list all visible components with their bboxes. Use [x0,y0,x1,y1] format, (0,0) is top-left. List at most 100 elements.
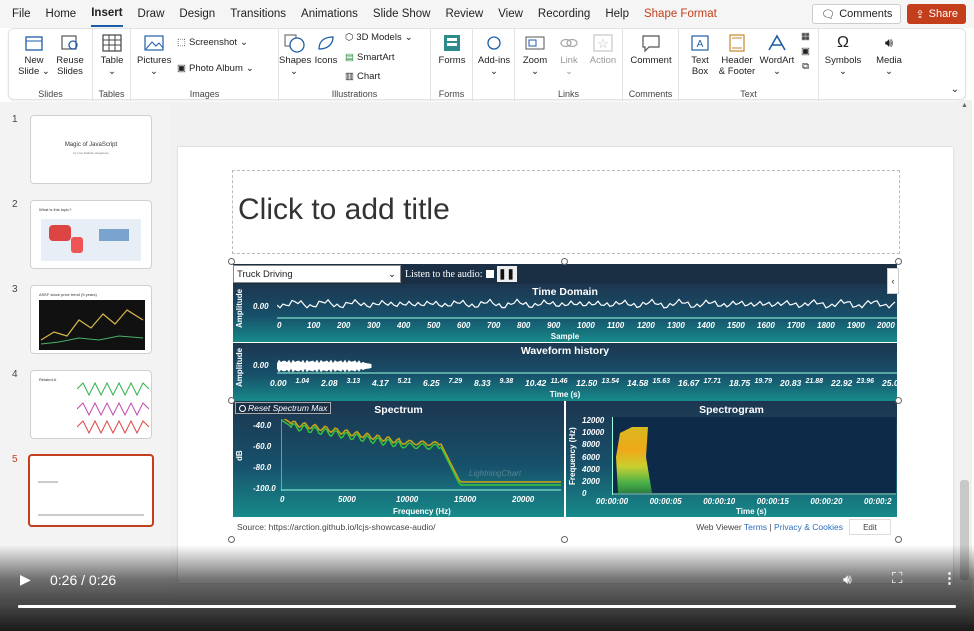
new-slide-button[interactable]: New Slide ⌄ [17,33,51,77]
icons-label: Icons [314,55,338,66]
photo-album-icon: ▣ [177,63,186,74]
menu-item-slide-show[interactable]: Slide Show [373,0,431,28]
shapes-button[interactable]: Shapes ⌄ [279,33,312,77]
axis-tick-label: 22.92 [831,378,853,388]
zoom-button[interactable]: Zoom ⌄ [519,33,551,77]
axis-tick-label: 2000 [582,476,600,486]
resize-handle[interactable] [228,536,235,543]
axis-tick-label: 1.04 [295,378,310,385]
axis-tick-label: 16.67 [678,378,700,388]
vertical-scrollbar[interactable]: ▲ [958,100,972,600]
pause-button[interactable]: ❚❚ [496,266,517,282]
menu-item-home[interactable]: Home [46,0,77,28]
fullscreen-icon[interactable]: ⛶ [892,570,903,587]
menu-item-file[interactable]: File [12,0,31,28]
axis-tick-label: 5.21 [397,378,412,385]
axis-tick-label: 15.63 [652,378,671,385]
share-button[interactable]: ⇪ Share [907,4,966,24]
privacy-link[interactable]: Privacy & Cookies [774,522,843,532]
resize-handle[interactable] [228,258,235,265]
menu-item-draw[interactable]: Draw [138,0,165,28]
slide-thumbnail-2[interactable]: What is this topic? [30,200,152,269]
comment-button[interactable]: Comment [627,33,675,66]
menu-item-shape-format[interactable]: Shape Format [644,0,717,28]
chart-label: Chart [356,71,381,82]
collapse-ribbon-chevron-icon[interactable]: ⌄ [951,84,959,95]
table-button[interactable]: Table ⌄ [95,33,129,77]
axis-tick-label: 10000 [396,495,419,504]
slide-thumbnail-3[interactable]: ASEF stock price trend (5 years) [30,285,152,354]
axis-tick-label: 1600 [757,321,775,330]
media-button[interactable]: 🔊︎ Media ⌄ [869,33,909,77]
resize-handle[interactable] [895,536,902,543]
slide-number-icon[interactable]: ▣ [801,46,810,57]
menu-item-help[interactable]: Help [605,0,629,28]
terms-link[interactable]: Terms [744,522,767,532]
resize-handle[interactable] [561,258,568,265]
action-button[interactable]: ☆ Action [587,33,619,66]
header-footer-button[interactable]: Header & Footer [717,33,757,77]
reuse-slides-button[interactable]: Reuse Slides [53,33,87,77]
embedded-audio-visualizer[interactable]: Truck Driving ⌄ Listen to the audio: ❚❚ … [233,264,899,537]
thumbnail-stock-chart [39,300,145,350]
resize-handle[interactable] [895,258,902,265]
thumbnail-wave-chart [77,381,149,435]
slide-thumbnail-1[interactable]: Magic of JavaScript by Lisa Sullivan Har… [30,115,152,184]
link-label: Link [560,55,578,66]
smartart-button[interactable]: ▤ SmartArt [345,52,394,63]
3d-models-button[interactable]: ⬡ 3D Models ⌄ [345,32,413,43]
object-icon[interactable]: ⧉ [802,61,809,72]
chart-button[interactable]: ▥ Chart [345,71,380,82]
pictures-button[interactable]: Pictures ⌄ [137,33,171,77]
forms-button[interactable]: Forms [435,33,469,66]
axis-tick-label: 10000 [582,428,605,438]
menu-item-design[interactable]: Design [179,0,215,28]
play-icon[interactable]: ▶ [20,571,31,588]
dataset-select[interactable]: Truck Driving ⌄ [233,265,401,283]
menu-item-insert[interactable]: Insert [91,1,123,27]
shapes-label: Shapes [279,55,312,66]
thumbnail-title: Magic of JavaScript [64,142,118,148]
title-placeholder[interactable]: Click to add title [232,170,900,254]
axis-tick-label: 23.96 [856,378,875,385]
text-box-button[interactable]: A Text Box [683,33,717,77]
thumbnail-title: ASEF stock price trend (5 years) [39,292,97,297]
resize-handle[interactable] [228,397,235,404]
waveform-title: Waveform history [520,345,610,357]
axis-tick-label: 21.88 [805,378,824,385]
screenshot-button[interactable]: ⬚ Screenshot ⌄ [177,37,248,48]
photo-album-button[interactable]: ▣ Photo Album ⌄ [177,63,254,74]
ribbon-group-comments: Comment Comments [623,29,679,101]
menu-item-recording[interactable]: Recording [538,0,590,28]
axis-tick-label: 200 [337,321,351,330]
menu-item-transitions[interactable]: Transitions [230,0,286,28]
resize-handle[interactable] [561,536,568,543]
comments-button[interactable]: 🗨 Comments [812,4,902,24]
volume-icon[interactable]: 🔊︎ [843,571,852,588]
symbols-button[interactable]: Ω Symbols ⌄ [823,33,863,77]
screenshot-icon: ⬚ [177,37,186,48]
slide-thumbnail-4[interactable]: Related A [30,370,152,439]
edit-button[interactable]: Edit [849,519,891,535]
link-button[interactable]: Link ⌄ [553,33,585,77]
more-options-icon[interactable]: ⋮ [942,569,957,587]
embed-collapse-chevron-icon[interactable]: ‹ [887,268,899,294]
date-time-icon[interactable]: ▦ [801,31,810,42]
axis-tick-label: 13.54 [601,378,620,385]
speaker-icon: 🔊︎ [884,35,894,50]
slide-thumbnail-5[interactable] [28,454,154,527]
pictures-icon [144,35,164,51]
resize-handle[interactable] [895,397,902,404]
listen-checkbox[interactable] [485,270,494,278]
addins-button[interactable]: Add-ins ⌄ [477,33,511,77]
axis-tick-label: 00:00:20 [810,497,843,506]
icons-button[interactable]: Icons [311,33,341,66]
menu-item-animations[interactable]: Animations [301,0,358,28]
menu-item-view[interactable]: View [498,0,523,28]
wordart-button[interactable]: WordArt ⌄ [759,33,795,77]
scroll-up-icon[interactable]: ▲ [961,102,968,109]
web-viewer-label: Web Viewer [696,522,742,532]
menu-item-review[interactable]: Review [445,0,483,28]
ribbon-group-slides: New Slide ⌄ Reuse Slides Slides [9,29,93,101]
video-progress-bar[interactable] [18,605,956,608]
